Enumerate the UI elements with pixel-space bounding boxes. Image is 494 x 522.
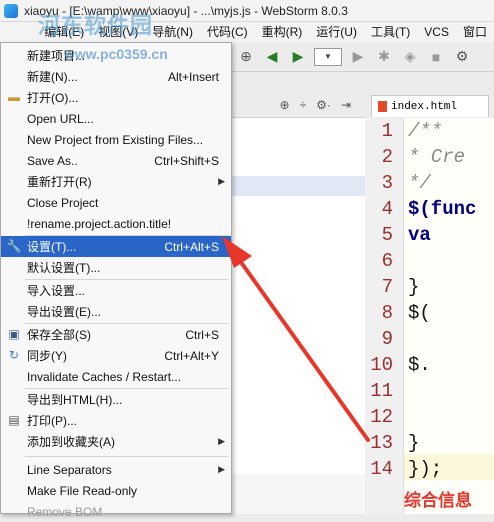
annotation-arrow bbox=[222, 236, 370, 442]
site-url-watermark: www.pc0359.cn bbox=[64, 46, 168, 62]
site-name-watermark: 河东软件园 bbox=[38, 13, 154, 38]
corner-watermark: 综合信息 bbox=[404, 491, 472, 510]
